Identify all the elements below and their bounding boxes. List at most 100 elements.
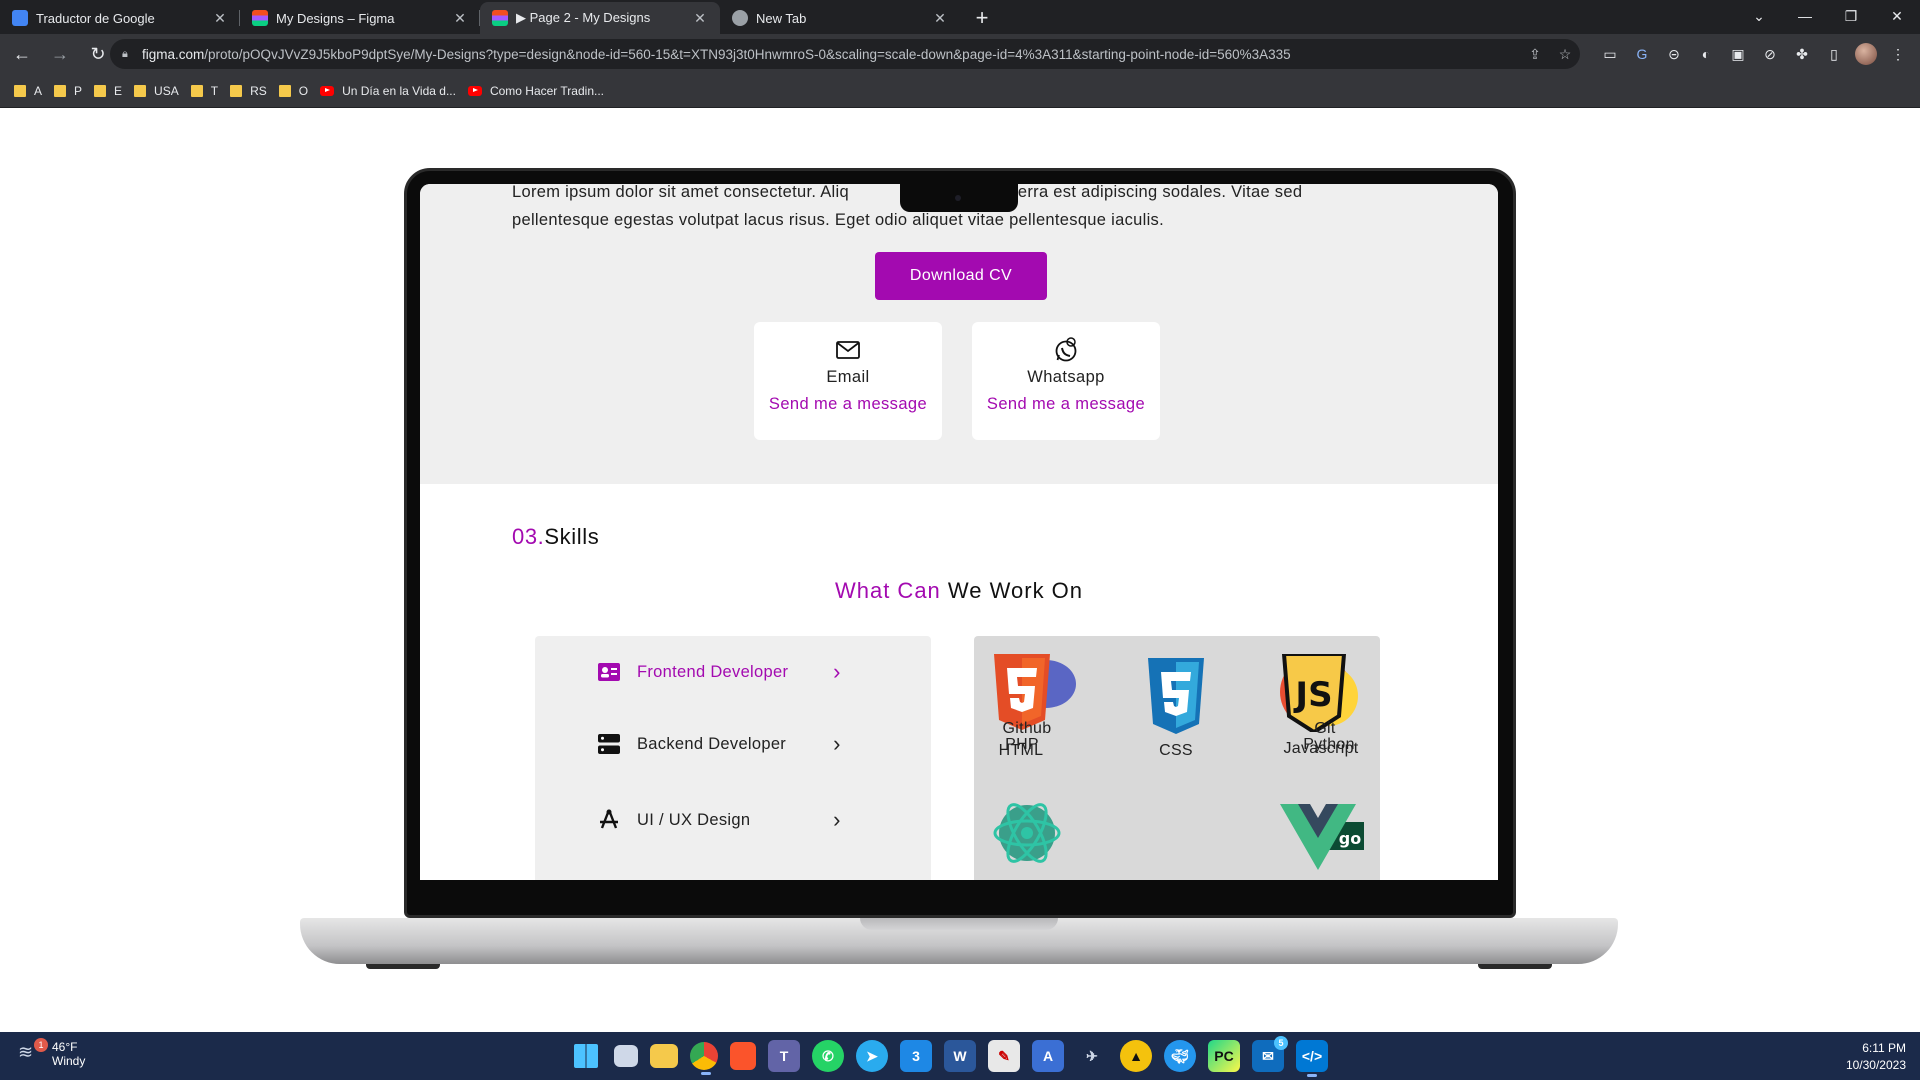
laptop-opening-groove <box>860 918 1058 930</box>
app-3-icon[interactable]: 3 <box>900 1040 932 1072</box>
contact-link[interactable]: Send me a message <box>972 395 1160 414</box>
extension-icon[interactable]: ⊝ <box>1658 38 1690 70</box>
tab-new-tab[interactable]: New Tab ✕ <box>720 2 960 34</box>
typora-icon[interactable]: A <box>1032 1040 1064 1072</box>
tab-title: ▶ Page 2 - My Designs <box>516 10 651 25</box>
docker-icon[interactable]: 🐳︎ <box>1164 1040 1196 1072</box>
vscode-icon[interactable]: </> <box>1296 1040 1328 1077</box>
word-icon[interactable]: W <box>944 1040 976 1072</box>
skills-section-title: 03.Skills <box>512 524 599 550</box>
django-fragment: go <box>1339 829 1361 848</box>
close-window-button[interactable]: ✕ <box>1874 0 1920 32</box>
extension-icon[interactable]: ▣ <box>1722 38 1754 70</box>
folder-icon <box>230 84 243 97</box>
bookmark-youtube-como-hacer[interactable]: Como Hacer Tradin... <box>467 84 604 98</box>
contact-card-email[interactable]: Email Send me a message <box>754 322 942 440</box>
close-tab-icon[interactable]: ✕ <box>932 10 948 27</box>
youtube-icon <box>320 85 335 96</box>
tab-title: My Designs – Figma <box>276 10 395 26</box>
notepad-icon[interactable]: ✎ <box>988 1040 1020 1072</box>
tab-title: Traductor de Google <box>36 10 155 26</box>
brave-icon[interactable] <box>730 1042 756 1070</box>
laptop-screen: Lorem ipsum dolor sit amet consectetur. … <box>420 184 1498 880</box>
chevron-right-icon: › <box>833 731 841 756</box>
bookmark-label: Un Día en la Vida d... <box>342 83 456 98</box>
puzzle-extensions-icon[interactable]: ✤ <box>1786 38 1818 70</box>
windows-start-icon[interactable] <box>574 1044 598 1068</box>
mail-app-icon[interactable]: ✉ 5 <box>1252 1036 1288 1072</box>
profile-avatar[interactable] <box>1855 43 1877 65</box>
system-clock[interactable]: 6:11 PM 10/30/2023 <box>1846 1040 1906 1074</box>
close-tab-icon[interactable]: ✕ <box>692 10 708 27</box>
about-text-line2: pellentesque egestas volutpat lacus risu… <box>512 211 1164 229</box>
tab-my-designs-figma[interactable]: My Designs – Figma ✕ <box>240 2 480 34</box>
figma-icon <box>252 10 268 26</box>
clock-time: 6:11 PM <box>1862 1041 1906 1055</box>
laptop-notch <box>900 184 1018 212</box>
subtitle-accent: What Can <box>834 578 941 603</box>
weather-widget[interactable]: ≋ 1 46°F Windy <box>18 1038 85 1068</box>
address-bar[interactable]: 🔒︎ figma.com/proto/pOQvJVvZ9J5kboP9dptSy… <box>110 39 1580 69</box>
taskbar-pinned-apps: T ✆ ➤ 3 W ✎ A ✈ ▲ 🐳︎ PC ✉ 5 </> <box>570 1036 1340 1077</box>
cast-icon[interactable]: ▭ <box>1594 38 1626 70</box>
google-translate-icon <box>12 10 28 26</box>
teams-icon[interactable]: T <box>768 1040 800 1072</box>
tab-search-icon[interactable]: ⌄ <box>1736 0 1782 32</box>
bookmark-label: P <box>74 83 83 98</box>
chrome-icon[interactable] <box>690 1042 718 1075</box>
minimize-button[interactable]: — <box>1782 0 1828 32</box>
back-button[interactable]: ← <box>6 38 38 70</box>
section-number: 03. <box>512 524 545 549</box>
bookmark-star-icon[interactable]: ☆ <box>1550 46 1580 63</box>
html-label: HTML <box>998 742 1044 759</box>
warning-app-icon[interactable]: ▲ <box>1120 1040 1152 1072</box>
task-view-icon[interactable] <box>614 1045 638 1067</box>
extensions-area: ▭ G ⊝ ◐ ▣ ⊘ ✤ ▯ ⋮ <box>1594 38 1914 70</box>
subtitle-rest: We Work On <box>947 578 1084 603</box>
restore-button[interactable]: ❐ <box>1828 0 1874 32</box>
forward-button[interactable]: → <box>44 38 76 70</box>
tab-page2-my-designs[interactable]: ▶ Page 2 - My Designs ✕ <box>480 2 720 34</box>
share-icon[interactable]: ⇪ <box>1520 46 1550 63</box>
menu-kebab-icon[interactable]: ⋮ <box>1882 38 1914 70</box>
close-tab-icon[interactable]: ✕ <box>452 10 468 27</box>
tab-traductor[interactable]: Traductor de Google ✕ <box>0 2 240 34</box>
side-panel-icon[interactable]: ▯ <box>1818 38 1850 70</box>
url-host: figma.com <box>142 46 205 62</box>
folder-icon <box>134 84 147 97</box>
translate-extension-icon[interactable]: G <box>1626 38 1658 70</box>
css-label: CSS <box>1159 742 1193 759</box>
game-controller-icon[interactable]: ✈ <box>1076 1040 1108 1072</box>
id-card-icon <box>597 660 621 684</box>
download-cv-button[interactable]: Download CV <box>875 252 1047 300</box>
figma-icon <box>492 10 508 26</box>
bookmark-folder-e[interactable]: E <box>94 84 122 98</box>
bookmark-folder-a[interactable]: A <box>14 84 42 98</box>
mail-badge: 5 <box>1274 1036 1288 1050</box>
bookmark-folder-usa[interactable]: USA <box>134 84 179 98</box>
telegram-icon[interactable]: ➤ <box>856 1040 888 1072</box>
new-tab-button[interactable]: + <box>966 2 998 34</box>
bookmark-folder-t[interactable]: T <box>190 83 219 98</box>
url-text[interactable]: figma.com/proto/pOQvJVvZ9J5kboP9dptSye/M… <box>142 47 1520 62</box>
folder-icon <box>14 84 26 97</box>
bookmark-folder-o[interactable]: O <box>278 84 308 98</box>
contact-link[interactable]: Send me a message <box>754 395 942 414</box>
lock-icon[interactable]: 🔒︎ <box>122 48 134 61</box>
extension-icon[interactable]: ◐ <box>1690 38 1722 70</box>
pycharm-icon[interactable]: PC <box>1208 1040 1240 1072</box>
contact-card-whatsapp[interactable]: Whatsapp Send me a message <box>972 322 1160 440</box>
bookmark-label: T <box>210 83 219 98</box>
menu-item-frontend[interactable]: Frontend Developer › <box>597 659 841 684</box>
file-explorer-icon[interactable] <box>650 1044 678 1068</box>
chrome-icon <box>732 10 748 26</box>
menu-item-uiux[interactable]: UI / UX Design › <box>597 807 841 832</box>
close-tab-icon[interactable]: ✕ <box>212 10 228 27</box>
extension-icon[interactable]: ⊘ <box>1754 38 1786 70</box>
bookmark-youtube-un-dia[interactable]: Un Día en la Vida d... <box>320 84 456 98</box>
bookmark-folder-rs[interactable]: RS <box>230 84 267 98</box>
menu-item-backend[interactable]: Backend Developer › <box>597 731 841 756</box>
whatsapp-taskbar-icon[interactable]: ✆ <box>812 1040 844 1072</box>
browser-tab-strip: Traductor de Google ✕ My Designs – Figma… <box>0 0 1920 34</box>
bookmark-folder-p[interactable]: P <box>54 84 82 98</box>
